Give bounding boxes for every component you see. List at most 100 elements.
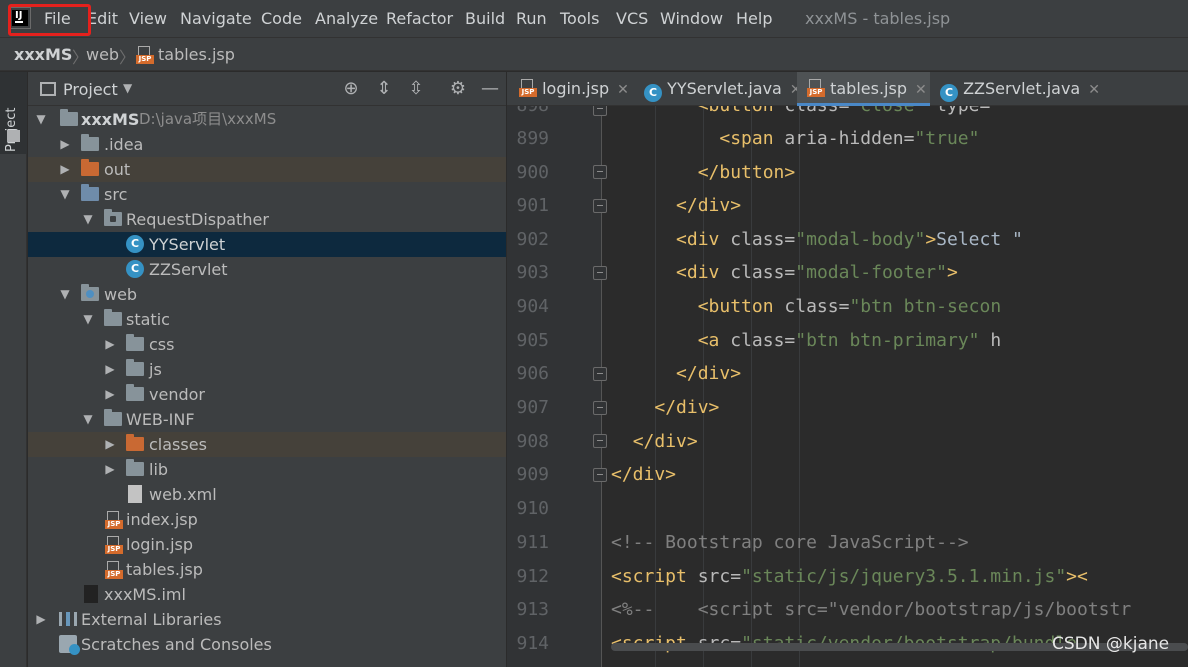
menu-bar: IJ File Edit View Navigate Code Analyze … xyxy=(0,0,1188,37)
menu-help[interactable]: Help xyxy=(736,9,772,29)
chevron-down-icon[interactable]: ▼ xyxy=(58,182,72,207)
chevron-right-icon[interactable]: ▶ xyxy=(103,457,117,482)
fold-marker-icon[interactable] xyxy=(593,401,607,415)
breadcrumb-file[interactable]: tables.jsp xyxy=(158,45,235,65)
fold-marker-icon[interactable] xyxy=(593,367,607,381)
chevron-down-icon[interactable]: ▼ xyxy=(81,207,95,232)
tree-item-idea[interactable]: ▶ .idea xyxy=(28,132,506,157)
tree-item-index-jsp[interactable]: JSP index.jsp xyxy=(28,507,506,532)
collapse-all-icon[interactable]: ⇳ xyxy=(405,78,427,100)
tree-label: RequestDispather xyxy=(126,210,269,229)
tree-label: index.jsp xyxy=(126,510,198,529)
breadcrumb-project[interactable]: xxxMS xyxy=(14,45,72,65)
chevron-right-icon[interactable]: ▶ xyxy=(103,332,117,357)
excluded-folder-icon xyxy=(126,434,144,451)
jsp-file-icon: JSP xyxy=(105,511,123,529)
menu-build[interactable]: Build xyxy=(465,9,505,29)
tree-item-web-inf[interactable]: ▼ WEB-INF xyxy=(28,407,506,432)
minimize-icon[interactable]: — xyxy=(479,78,501,100)
tree-item-xxxms[interactable]: ▼ xxxMS D:\java项目\xxxMS xyxy=(28,107,506,132)
chevron-down-icon[interactable]: ▼ xyxy=(34,107,48,132)
gear-icon[interactable]: ⚙ xyxy=(447,78,469,100)
code-line: <div class="modal-footer"> xyxy=(676,262,958,283)
chevron-right-icon[interactable]: ▶ xyxy=(34,607,48,632)
code-line: <script src="static/js/jquery3.5.1.min.j… xyxy=(611,566,1088,587)
tab-login-jsp[interactable]: JSP login.jsp ✕ xyxy=(507,72,636,106)
chevron-down-icon[interactable]: ▼ xyxy=(58,282,72,307)
tree-label: js xyxy=(149,360,162,379)
menu-run[interactable]: Run xyxy=(516,9,547,29)
fold-marker-icon[interactable] xyxy=(593,165,607,179)
project-view-icon xyxy=(40,82,56,96)
tree-item-out[interactable]: ▶ out xyxy=(28,157,506,182)
tab-tables-jsp[interactable]: JSP tables.jsp ✕ xyxy=(797,72,930,106)
jsp-file-icon: JSP xyxy=(807,79,825,97)
tab-yyservlet-java[interactable]: C YYServlet.java ✕ xyxy=(636,72,802,106)
menu-analyze[interactable]: Analyze xyxy=(315,9,378,29)
chevron-right-icon[interactable]: ▶ xyxy=(103,382,117,407)
menu-view[interactable]: View xyxy=(129,9,167,29)
chevron-right-icon[interactable]: ▶ xyxy=(103,432,117,457)
expand-all-icon[interactable]: ⇕ xyxy=(373,78,395,100)
fold-marker-icon[interactable] xyxy=(593,106,607,116)
chevron-down-icon[interactable]: ▼ xyxy=(123,81,132,95)
tree-label: static xyxy=(126,310,170,329)
tree-item-web-xml[interactable]: web.xml xyxy=(28,482,506,507)
close-icon[interactable]: ✕ xyxy=(617,82,629,98)
menu-refactor[interactable]: Refactor xyxy=(386,9,453,29)
tab-zzservlet-java[interactable]: C ZZServlet.java ✕ xyxy=(930,72,1100,106)
code-editor[interactable]: 898 899 900 901 902 903 904 905 906 907 … xyxy=(507,106,1188,667)
fold-marker-icon[interactable] xyxy=(593,434,607,448)
tree-item-classes[interactable]: ▶ classes xyxy=(28,432,506,457)
tree-item-js[interactable]: ▶ js xyxy=(28,357,506,382)
chevron-down-icon[interactable]: ▼ xyxy=(81,407,95,432)
tree-item-web[interactable]: ▼ web xyxy=(28,282,506,307)
tree-item-tables-jsp[interactable]: JSP tables.jsp xyxy=(28,557,506,582)
chevron-right-icon[interactable]: ▶ xyxy=(58,157,72,182)
folder-icon xyxy=(104,409,122,426)
chevron-right-icon[interactable]: ▶ xyxy=(58,132,72,157)
tree-item-lib[interactable]: ▶ lib xyxy=(28,457,506,482)
fold-marker-icon[interactable] xyxy=(593,468,607,482)
menu-code[interactable]: Code xyxy=(261,9,302,29)
java-class-icon: C xyxy=(644,84,662,102)
chevron-down-icon[interactable]: ▼ xyxy=(81,307,95,332)
project-panel-title[interactable]: Project xyxy=(63,80,118,99)
menu-tools[interactable]: Tools xyxy=(560,9,599,29)
tab-label: YYServlet.java xyxy=(667,79,782,98)
locate-icon[interactable]: ⊕ xyxy=(340,78,362,100)
tree-label: web.xml xyxy=(149,485,217,504)
fold-marker-icon[interactable] xyxy=(593,199,607,213)
tree-item-external-libraries[interactable]: ▶ External Libraries xyxy=(28,607,506,632)
tree-item-xxxms-iml[interactable]: xxxMS.iml xyxy=(28,582,506,607)
tree-label: xxxMS.iml xyxy=(104,585,186,604)
code-line: </div> xyxy=(632,431,698,452)
close-icon[interactable]: ✕ xyxy=(1088,82,1100,98)
close-icon[interactable]: ✕ xyxy=(915,82,927,98)
folder-icon xyxy=(126,384,144,401)
jsp-file-icon: JSP xyxy=(136,46,154,64)
fold-marker-icon[interactable] xyxy=(593,266,607,280)
line-number: 906 xyxy=(516,363,549,384)
tree-item-requestdispather[interactable]: ▼ RequestDispather xyxy=(28,207,506,232)
tree-item-login-jsp[interactable]: JSP login.jsp xyxy=(28,532,506,557)
tree-item-static[interactable]: ▼ static xyxy=(28,307,506,332)
menu-window[interactable]: Window xyxy=(660,9,723,29)
chevron-right-icon[interactable]: ▶ xyxy=(103,357,117,382)
code-line: <div class="modal-body">Select " xyxy=(676,229,1023,250)
line-number: 909 xyxy=(516,464,549,485)
menu-edit[interactable]: Edit xyxy=(87,9,118,29)
breadcrumb-folder[interactable]: web xyxy=(86,45,119,65)
tree-item-yyservlet[interactable]: C YYServlet xyxy=(28,232,506,257)
menu-vcs[interactable]: VCS xyxy=(616,9,648,29)
tree-item-src[interactable]: ▼ src xyxy=(28,182,506,207)
tree-item-css[interactable]: ▶ css xyxy=(28,332,506,357)
menu-navigate[interactable]: Navigate xyxy=(180,9,252,29)
tree-item-zzservlet[interactable]: C ZZServlet xyxy=(28,257,506,282)
module-folder-icon xyxy=(60,109,78,126)
java-class-icon: C xyxy=(940,84,958,102)
tree-item-vendor[interactable]: ▶ vendor xyxy=(28,382,506,407)
tree-item-scratches[interactable]: Scratches and Consoles xyxy=(28,632,506,657)
project-tool-tab[interactable]: Project xyxy=(0,72,27,154)
line-number: 907 xyxy=(516,397,549,418)
